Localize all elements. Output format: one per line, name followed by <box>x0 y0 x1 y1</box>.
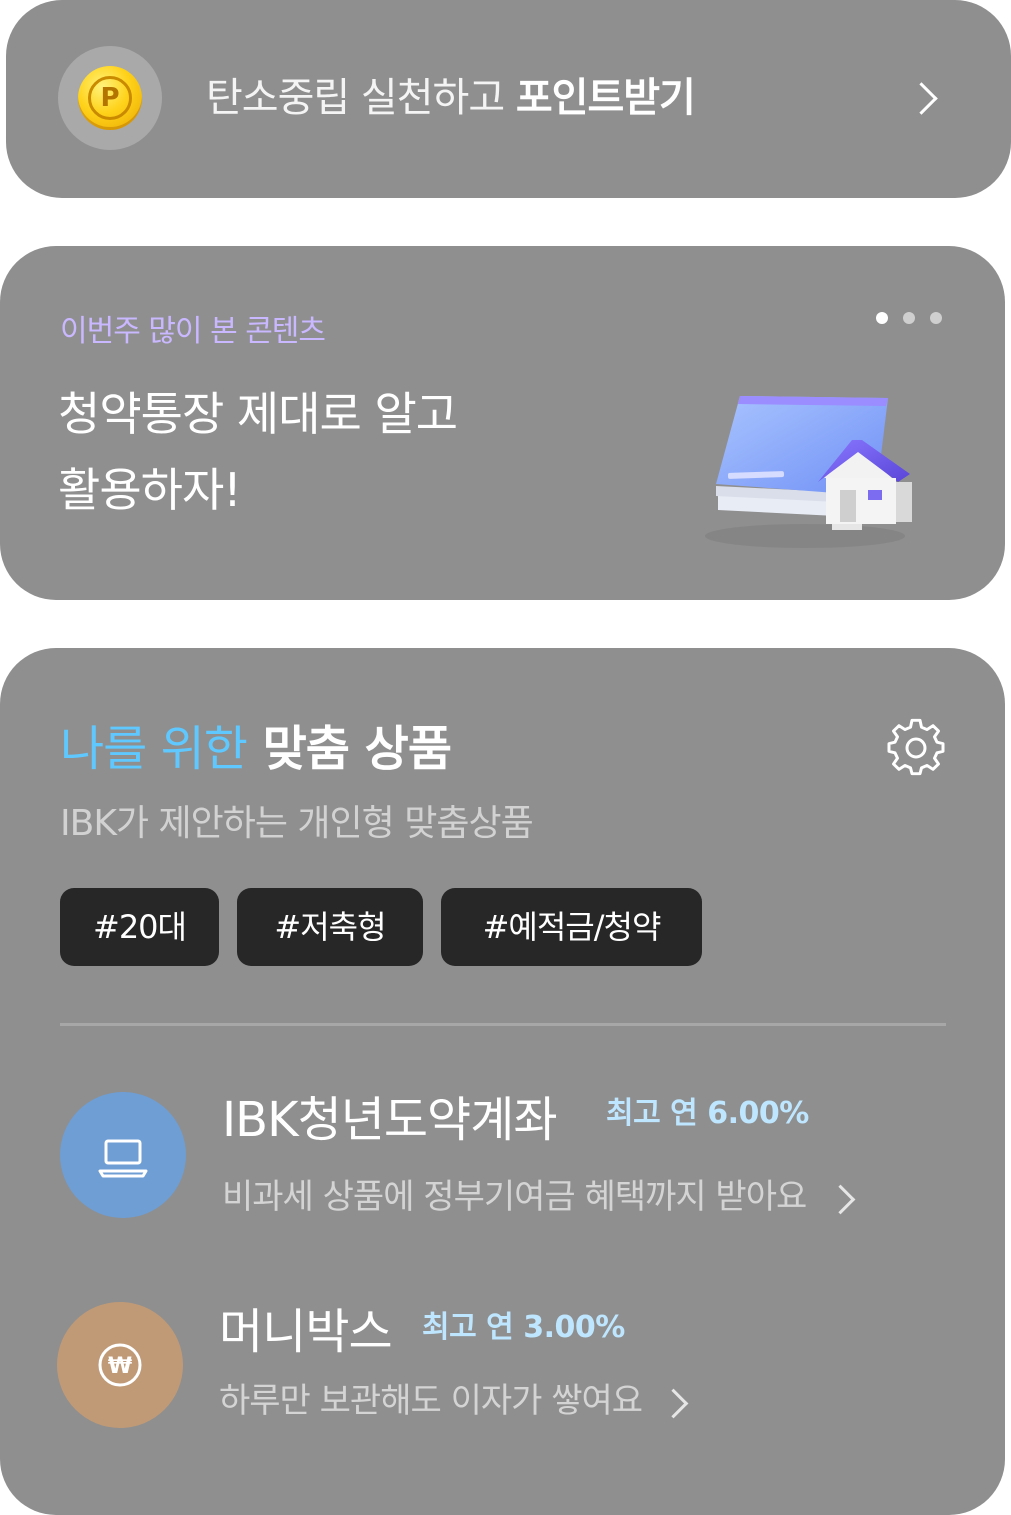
recommendation-title: 나를 위한 맞춤 상품 <box>60 714 452 784</box>
points-banner-text-regular: 탄소중립 실천하고 <box>206 75 516 121</box>
coin-icon-badge: P <box>58 46 162 150</box>
chevron-right-icon[interactable] <box>825 1184 856 1215</box>
won-coin-icon: ₩ <box>98 1343 142 1387</box>
product-rate: 최고 연 6.00% <box>606 1096 809 1131</box>
carousel-dot[interactable] <box>903 312 915 324</box>
coin-icon: P <box>78 66 142 130</box>
carousel-dot-active[interactable] <box>876 312 888 324</box>
popular-content-card[interactable]: 이번주 많이 본 콘텐츠 청약통장 제대로 알고 활용하자! <box>0 246 1005 600</box>
chevron-right-icon[interactable] <box>905 82 938 115</box>
laptop-icon-badge <box>60 1092 186 1218</box>
won-coin-icon-badge: ₩ <box>57 1302 183 1428</box>
content-kicker: 이번주 많이 본 콘텐츠 <box>60 314 326 349</box>
recommendation-title-accent: 나를 위한 <box>60 721 248 777</box>
chevron-right-icon[interactable] <box>658 1388 689 1419</box>
tag-chip[interactable]: #저축형 <box>237 888 423 966</box>
recommendation-card: 나를 위한 맞춤 상품 IBK가 제안하는 개인형 맞춤상품 #20대 #저축형… <box>0 648 1005 1515</box>
product-name: 머니박스 <box>219 1304 393 1360</box>
product-description: 비과세 상품에 정부기여금 혜택까지 받아요 <box>222 1177 807 1217</box>
tag-chip[interactable]: #20대 <box>60 888 219 966</box>
svg-text:₩: ₩ <box>108 1354 132 1379</box>
gear-icon[interactable] <box>886 718 946 778</box>
product-name: IBK청년도약계좌 <box>222 1092 558 1148</box>
product-item[interactable]: ₩ 머니박스 최고 연 3.00% 하루만 보관해도 이자가 쌓여요 <box>0 1300 1005 1440</box>
product-rate: 최고 연 3.00% <box>422 1310 625 1345</box>
content-title-line2: 활용하자! <box>58 463 242 517</box>
carousel-dot[interactable] <box>930 312 942 324</box>
product-item[interactable]: IBK청년도약계좌 최고 연 6.00% 비과세 상품에 정부기여금 혜택까지 … <box>0 1088 1005 1228</box>
points-banner[interactable]: P 탄소중립 실천하고 포인트받기 <box>6 0 1011 198</box>
content-title-line1: 청약통장 제대로 알고 <box>58 387 458 441</box>
product-description: 하루만 보관해도 이자가 쌓여요 <box>219 1381 643 1421</box>
tag-chip[interactable]: #예적금/청약 <box>441 888 702 966</box>
passbook-house-illustration <box>705 396 912 548</box>
points-banner-text: 탄소중립 실천하고 포인트받기 <box>206 68 696 128</box>
recommendation-title-strong: 맞춤 상품 <box>262 721 452 777</box>
coin-letter: P <box>88 76 132 120</box>
laptop-icon <box>98 1139 148 1178</box>
divider <box>60 1023 946 1026</box>
content-title: 청약통장 제대로 알고 활용하자! <box>58 376 458 528</box>
points-banner-text-bold: 포인트받기 <box>515 75 696 121</box>
recommendation-subtitle: IBK가 제안하는 개인형 맞춤상품 <box>60 803 534 844</box>
